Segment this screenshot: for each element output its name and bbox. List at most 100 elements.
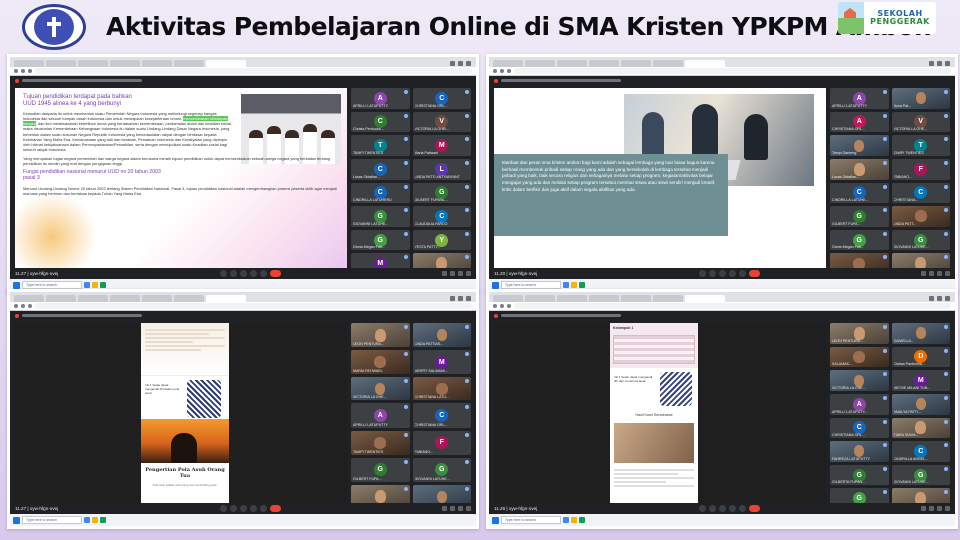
participant-tile[interactable]: CHRISTIANA LATU... xyxy=(412,377,471,401)
participant-tile[interactable]: G GILBERTA FUPAN... xyxy=(830,464,889,486)
browser-tab[interactable] xyxy=(653,60,683,67)
close-icon[interactable] xyxy=(466,61,471,66)
participant-tile[interactable]: M Maria Patiwael xyxy=(412,135,471,156)
participant-tile[interactable]: TIARA SIAHA... xyxy=(891,417,950,439)
browser-tab[interactable] xyxy=(525,60,555,67)
present-button[interactable] xyxy=(249,505,257,512)
participant-tile[interactable]: G GIOVANNI LATUHE... xyxy=(891,464,950,486)
participant-tile[interactable]: Tampi Ganteng xyxy=(830,135,889,156)
camera-button[interactable] xyxy=(229,505,237,512)
participant-tile[interactable]: SALAMAK... xyxy=(830,346,889,368)
participant-tile[interactable]: G GIOVANNI LATUHE... xyxy=(412,457,471,482)
reload-icon[interactable] xyxy=(507,304,511,308)
explorer-icon[interactable] xyxy=(92,517,98,523)
maximize-icon[interactable] xyxy=(937,296,942,301)
participant-tile[interactable]: DANIELLA... xyxy=(891,323,950,344)
maximize-icon[interactable] xyxy=(458,296,463,301)
browser-tab[interactable] xyxy=(14,295,44,302)
start-icon[interactable] xyxy=(13,516,20,524)
browser-tab[interactable] xyxy=(557,295,587,302)
info-icon[interactable] xyxy=(921,271,926,276)
present-button[interactable] xyxy=(728,505,736,512)
taskbar-search-input[interactable]: Type here to search xyxy=(501,281,561,289)
mic-button[interactable] xyxy=(698,505,706,512)
participant-tile[interactable]: C Christa Pentuoka... xyxy=(351,111,410,133)
browser-tab[interactable] xyxy=(78,60,108,67)
browser-tab[interactable] xyxy=(14,60,44,67)
participant-tile[interactable]: G GILBERT FUPANL... xyxy=(412,182,471,204)
participant-tile[interactable]: VICTORIA LA GHE... xyxy=(830,370,889,391)
maximize-icon[interactable] xyxy=(458,61,463,66)
start-icon[interactable] xyxy=(492,516,499,524)
taskbar-search-input[interactable]: Type here to search xyxy=(22,281,82,289)
start-icon[interactable] xyxy=(13,281,20,289)
participant-tile[interactable]: C CHRISTIANA ORL... xyxy=(412,88,471,109)
explorer-icon[interactable] xyxy=(571,517,577,523)
start-icon[interactable] xyxy=(492,281,499,289)
browser-tab[interactable] xyxy=(653,295,683,302)
camera-button[interactable] xyxy=(229,270,237,277)
participant-tile[interactable]: MARIA PATIWAEL xyxy=(351,350,410,375)
browser-tab-active[interactable] xyxy=(206,295,246,302)
chat-icon[interactable] xyxy=(458,506,463,511)
browser-tab-active[interactable] xyxy=(685,60,725,67)
taskbar-search-input[interactable]: Type here to search xyxy=(501,516,561,524)
browser-tab[interactable] xyxy=(110,60,140,67)
participant-tile[interactable]: G GIOVANNI LATUHE... xyxy=(891,229,950,251)
forward-icon[interactable] xyxy=(21,304,25,308)
participant-tile[interactable]: F FABIANO... xyxy=(412,430,471,455)
activities-icon[interactable] xyxy=(945,271,950,276)
participant-tile[interactable]: Lusas Oktafian... xyxy=(830,158,889,180)
browser-tab[interactable] xyxy=(174,295,204,302)
people-icon[interactable] xyxy=(450,271,455,276)
minimize-icon[interactable] xyxy=(929,61,934,66)
forward-icon[interactable] xyxy=(500,304,504,308)
more-options-button[interactable] xyxy=(259,270,267,277)
url-input[interactable] xyxy=(514,68,951,74)
chrome-icon[interactable] xyxy=(84,282,90,288)
browser-tab[interactable] xyxy=(142,295,172,302)
participant-tile[interactable]: C CINDRILLA ANGEL... xyxy=(891,441,950,462)
captions-button[interactable] xyxy=(239,270,247,277)
activities-icon[interactable] xyxy=(945,506,950,511)
participant-tile[interactable]: C CHRISTIANA ORL... xyxy=(830,417,889,439)
participant-tile[interactable]: G GIOVANNI LATUHE... xyxy=(351,206,410,227)
reload-icon[interactable] xyxy=(507,69,511,73)
more-options-button[interactable] xyxy=(259,505,267,512)
browser-tab-active[interactable] xyxy=(206,60,246,67)
close-icon[interactable] xyxy=(945,296,950,301)
browser-tab[interactable] xyxy=(589,60,619,67)
participant-tile[interactable]: Y YESTA PATTY... xyxy=(412,229,471,251)
reload-icon[interactable] xyxy=(28,69,32,73)
camera-button[interactable] xyxy=(708,505,716,512)
participant-tile[interactable]: D Clarisa Pardimiha... xyxy=(891,346,950,368)
participant-tile[interactable]: C CINDRILLA LATUHE... xyxy=(830,182,889,204)
browser-tab[interactable] xyxy=(621,295,651,302)
app-icon[interactable] xyxy=(579,517,585,523)
participant-tile[interactable]: V VICTORIA LA GHE... xyxy=(891,111,950,133)
chrome-icon[interactable] xyxy=(563,517,569,523)
participant-tile[interactable]: T TAMPI TWENTIES xyxy=(351,135,410,156)
participant-tile[interactable]: A APRILLI LATUPUTTY xyxy=(830,88,889,109)
app-icon[interactable] xyxy=(100,517,106,523)
back-icon[interactable] xyxy=(14,69,18,73)
url-input[interactable] xyxy=(514,303,951,309)
participant-tile[interactable]: LEON PENTURA... xyxy=(830,323,889,344)
chat-icon[interactable] xyxy=(937,506,942,511)
participant-tile[interactable]: C CINDRILLA LATUHERU xyxy=(351,182,410,204)
forward-icon[interactable] xyxy=(21,69,25,73)
browser-tab[interactable] xyxy=(621,60,651,67)
mic-button[interactable] xyxy=(219,270,227,277)
participant-tile[interactable]: G GILBERT FUPA... xyxy=(830,206,889,227)
participant-tile[interactable]: TAMPI TWENTIES xyxy=(351,430,410,455)
participant-tile[interactable]: T TAMPI TWENTIES xyxy=(891,135,950,156)
mic-button[interactable] xyxy=(698,270,706,277)
participant-tile[interactable]: A CHRISTIANA ORL... xyxy=(830,111,889,133)
browser-tab[interactable] xyxy=(110,295,140,302)
participant-tile[interactable]: FAHREZA LATUPUTTY xyxy=(830,441,889,462)
people-icon[interactable] xyxy=(929,506,934,511)
participant-tile[interactable]: C CHRISTIANA ORL... xyxy=(412,403,471,428)
people-icon[interactable] xyxy=(450,506,455,511)
url-input[interactable] xyxy=(35,68,472,74)
browser-tab[interactable] xyxy=(78,295,108,302)
